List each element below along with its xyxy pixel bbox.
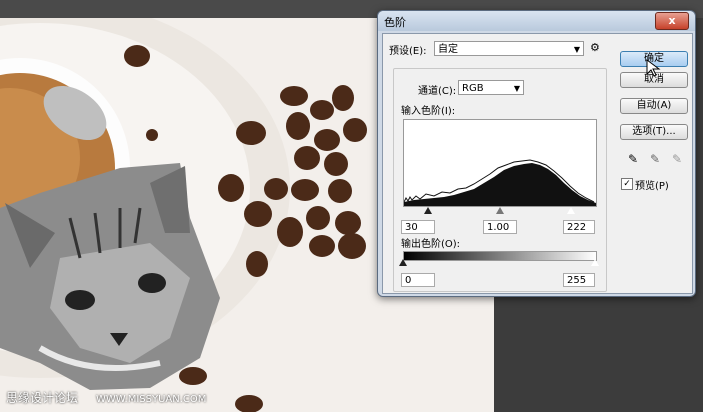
- gray-eyedropper-icon[interactable]: ✎: [650, 152, 660, 166]
- output-white-field[interactable]: 255: [563, 273, 595, 287]
- gamma-handle[interactable]: [496, 207, 504, 214]
- histogram: [403, 119, 597, 207]
- watermark-text: 思缘设计论坛: [6, 391, 79, 405]
- gear-icon[interactable]: ⚙: [590, 41, 600, 54]
- channel-label: 通道(C):: [418, 86, 457, 97]
- input-levels-label: 输入色阶(I):: [401, 106, 456, 117]
- preview-label: 预览(P): [635, 181, 669, 192]
- auto-button[interactable]: 自动(A): [620, 98, 688, 114]
- white-eyedropper-icon[interactable]: ✎: [672, 152, 682, 166]
- watermark-url: WWW.MISSYUAN.COM: [96, 394, 207, 405]
- output-levels-label: 输出色阶(O):: [401, 239, 461, 250]
- dialog-body: 预设(E): 自定 ▼ ⚙ 通道(C): RGB ▼ 输入色阶(I): 30 1…: [382, 33, 693, 294]
- black-eyedropper-icon[interactable]: ✎: [628, 152, 638, 166]
- output-black-handle[interactable]: [399, 259, 407, 266]
- output-black-field[interactable]: 0: [401, 273, 435, 287]
- close-button[interactable]: x: [655, 12, 689, 30]
- preset-select[interactable]: 自定 ▼: [434, 41, 584, 56]
- input-black-field[interactable]: 30: [401, 220, 435, 234]
- preset-label: 预设(E):: [389, 46, 427, 57]
- output-slider[interactable]: [399, 259, 599, 267]
- options-button[interactable]: 选项(T)...: [620, 124, 688, 140]
- input-slider[interactable]: [403, 207, 595, 215]
- histogram-graph: [404, 159, 596, 206]
- preview-checkbox[interactable]: ✓: [621, 178, 633, 190]
- dialog-title: 色阶: [384, 16, 406, 29]
- dialog-titlebar[interactable]: 色阶 x: [378, 11, 695, 31]
- input-white-field[interactable]: 222: [563, 220, 595, 234]
- channel-select[interactable]: RGB ▼: [458, 80, 524, 95]
- channel-value: RGB: [462, 83, 484, 94]
- output-white-handle[interactable]: [591, 259, 599, 266]
- chevron-down-icon: ▼: [513, 84, 520, 93]
- white-point-handle[interactable]: [567, 207, 575, 214]
- mouse-cursor-icon: [646, 59, 661, 77]
- input-gamma-field[interactable]: 1.00: [483, 220, 517, 234]
- black-point-handle[interactable]: [424, 207, 432, 214]
- preset-value: 自定: [438, 44, 458, 55]
- chevron-down-icon: ▼: [573, 45, 580, 54]
- levels-dialog: 色阶 x 预设(E): 自定 ▼ ⚙ 通道(C): RGB ▼ 输入色阶(I):: [377, 10, 696, 297]
